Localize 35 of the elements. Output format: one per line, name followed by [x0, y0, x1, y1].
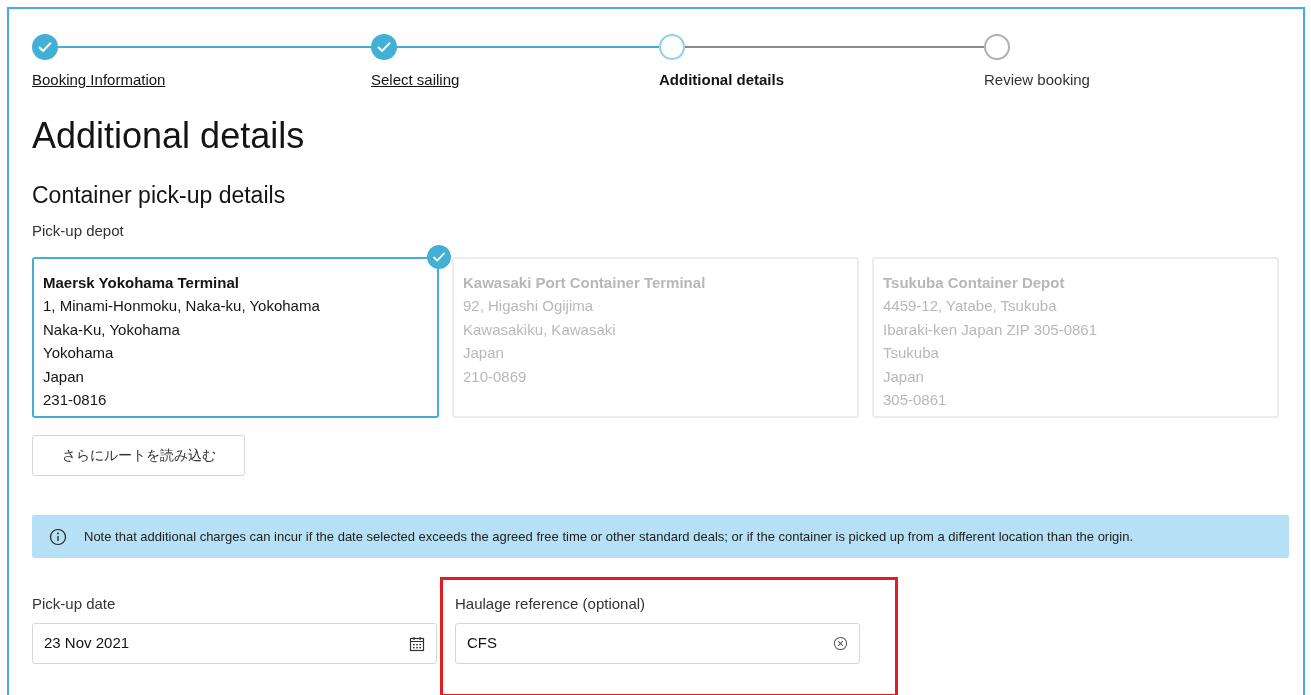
depot-name: Tsukuba Container Depot [883, 273, 1066, 293]
date-field[interactable]: 23 Nov 2021 [32, 623, 437, 664]
depot-address-line: Naka-Ku, Yokohama [43, 319, 181, 340]
step-label: Review booking [984, 70, 1090, 90]
field-label: Pick-up depot [32, 221, 125, 241]
page-title: Additional details [32, 114, 306, 158]
depot-address-line: 305-0861 [883, 390, 948, 410]
check-icon [427, 245, 451, 269]
step-label: Additional details [659, 70, 784, 90]
depot-address-line: Yokohama [43, 343, 115, 363]
step-link[interactable]: Select sailing [371, 70, 460, 90]
text-field[interactable]: CFS [455, 623, 860, 664]
depot-address-line: Tsukuba [883, 343, 940, 363]
depot-address-line: Ibaraki-ken Japan ZIP 305-0861 [883, 319, 1099, 340]
depot-name: Maersk Yokohama Terminal [43, 273, 240, 293]
depot-address-line: 4459-12, Yatabe, Tsukuba [883, 296, 1058, 316]
depot-address-line: 92, Higashi Ogijima [463, 296, 595, 316]
field-label: Haulage reference (optional) [455, 594, 647, 614]
depot-address-line: 210-0869 [463, 366, 528, 387]
depot-address-line: Kawasakiku, Kawasaki [463, 319, 617, 340]
depot-address-line: 231-0816 [43, 390, 108, 410]
depot-address-line: Japan [883, 366, 925, 387]
calendar-icon [409, 635, 425, 652]
section-title: Container pick-up details [32, 181, 287, 210]
depot-card[interactable]: Maersk Yokohama Terminal 1, Minami-Honmoku, Naka-ku, Yokohama Naka-Ku, Yokohama Yokohama Japan 231-0816 [32, 257, 439, 418]
depot-name: Kawasaki Port Container Terminal [463, 273, 707, 293]
info-icon [49, 527, 67, 546]
depot-address-line: Japan [463, 343, 505, 363]
info-text: Note that additional charges can incur if the date selected exceeds the agreed free time or other standard deals; or if the container is picked up from a different location than the origin. [84, 527, 1134, 546]
step-link[interactable]: Booking Information [32, 70, 166, 90]
load-more-button[interactable]: さらにルートを読み込む [32, 435, 245, 476]
clear-icon[interactable] [833, 636, 848, 651]
depot-address-line: 1, Minami-Honmoku, Naka-ku, Yokohama [43, 296, 321, 316]
depot-address-line: Japan [43, 366, 85, 387]
field-label: Pick-up date [32, 594, 117, 614]
